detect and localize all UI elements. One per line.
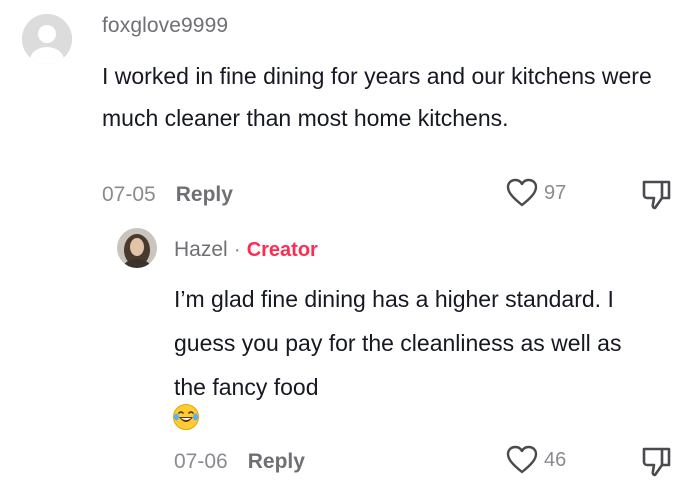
like-button[interactable]: 46	[506, 445, 566, 475]
thumbs-down-icon	[642, 447, 671, 477]
laughing-tears-emoji-icon	[172, 403, 200, 431]
heart-icon	[506, 445, 538, 474]
comment-item: foxglove9999 I worked in fine dining for…	[0, 0, 700, 225]
avatar[interactable]	[22, 14, 72, 64]
reply-text: I’m glad fine dining has a higher standa…	[174, 286, 622, 400]
reply-button[interactable]: Reply	[248, 450, 305, 474]
user-avatar-icon	[22, 14, 72, 64]
dislike-button[interactable]	[640, 445, 674, 479]
separator-dot: ·	[233, 238, 241, 261]
like-count: 46	[544, 448, 567, 471]
reply-button[interactable]: Reply	[176, 183, 233, 207]
reply-meta: 07-06 Reply	[174, 447, 305, 477]
thumbs-down-icon	[642, 180, 671, 210]
comment-meta: 07-05 Reply	[102, 180, 233, 210]
like-button[interactable]: 97	[506, 178, 566, 208]
reply-header: Hazel · Creator	[174, 238, 318, 262]
creator-badge: Creator	[246, 238, 318, 261]
like-count: 97	[544, 181, 567, 204]
reply-username[interactable]: Hazel	[174, 238, 228, 262]
heart-icon	[506, 178, 538, 207]
comment-username[interactable]: foxglove9999	[102, 14, 228, 38]
creator-avatar[interactable]	[117, 228, 157, 268]
reply-date: 07-06	[174, 450, 228, 473]
comment-text: I worked in fine dining for years and ou…	[102, 63, 652, 131]
comment-date: 07-05	[102, 183, 156, 206]
user-photo-icon	[117, 228, 157, 268]
dislike-button[interactable]	[640, 178, 674, 212]
